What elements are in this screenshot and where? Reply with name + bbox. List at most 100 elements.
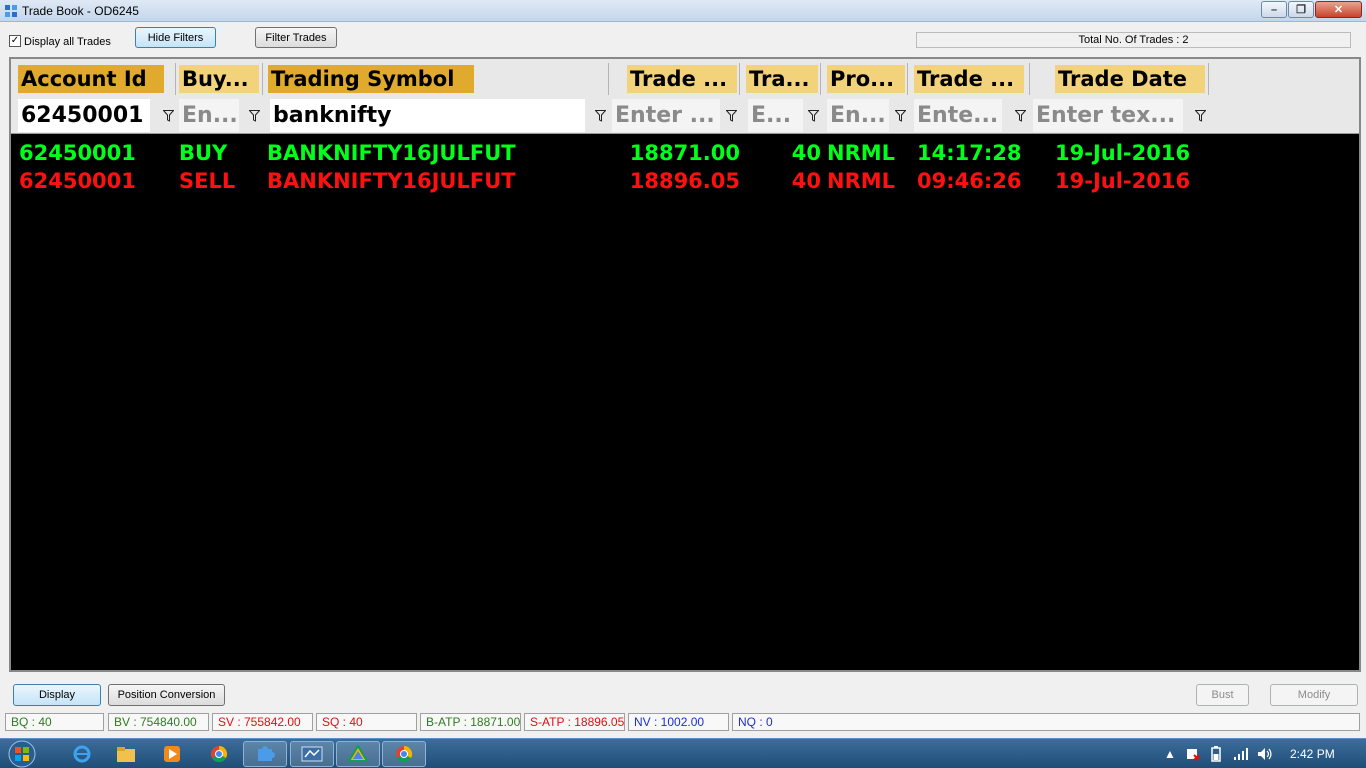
show-hidden-icons[interactable]: ▲ bbox=[1164, 747, 1176, 761]
filter-funnel-icon[interactable] bbox=[249, 110, 260, 122]
table-row[interactable]: 62450001 BUY BANKNIFTY16JULFUT 18871.00 … bbox=[11, 139, 1359, 167]
minimize-button[interactable]: – bbox=[1261, 1, 1287, 18]
cell-trade-qty: 40 bbox=[791, 141, 821, 165]
column-header-trade-qty[interactable]: Tra... bbox=[741, 63, 821, 95]
column-header-product[interactable]: Pro... bbox=[822, 63, 908, 95]
cell-side: BUY bbox=[179, 141, 228, 165]
display-button[interactable]: Display bbox=[13, 684, 101, 706]
minimize-icon: – bbox=[1270, 3, 1278, 16]
window-title: Trade Book - OD6245 bbox=[22, 4, 139, 18]
start-button-icon[interactable] bbox=[4, 740, 40, 768]
filter-account-id-input[interactable]: 62450001 bbox=[18, 99, 150, 132]
cell-trade-qty: 40 bbox=[791, 169, 821, 193]
media-player-icon bbox=[164, 746, 180, 762]
taskbar-chrome-window[interactable] bbox=[382, 741, 426, 767]
filter-trade-qty: E... bbox=[741, 99, 821, 133]
filter-trade-date-input[interactable]: Enter tex... bbox=[1033, 99, 1183, 132]
cell-account-id: 62450001 bbox=[19, 141, 136, 165]
filter-product-input[interactable]: En... bbox=[827, 99, 889, 132]
position-conversion-button[interactable]: Position Conversion bbox=[108, 684, 225, 706]
status-sell-value: SV : 755842.00 bbox=[212, 713, 313, 731]
cell-account-id: 62450001 bbox=[19, 169, 136, 193]
column-header-trade-price[interactable]: Trade ... bbox=[610, 63, 740, 95]
grid-header-row: Account Id Buy... Trading Symbol Trade .… bbox=[11, 59, 1359, 97]
app-window-icon bbox=[301, 746, 323, 762]
taskbar-explorer[interactable] bbox=[104, 741, 148, 767]
filter-trade-time-input[interactable]: Ente... bbox=[914, 99, 1002, 132]
cell-trade-date: 19-Jul-2016 bbox=[1055, 141, 1191, 165]
filter-trade-time: Ente... bbox=[909, 99, 1030, 133]
filter-funnel-icon[interactable] bbox=[1195, 110, 1206, 122]
status-net-value: NV : 1002.00 bbox=[628, 713, 729, 731]
filter-trade-price-input[interactable]: Enter ... bbox=[612, 99, 720, 132]
taskbar-chrome[interactable] bbox=[197, 741, 241, 767]
filter-buy-sell-input[interactable]: En... bbox=[179, 99, 239, 132]
column-header-trading-symbol[interactable]: Trading Symbol bbox=[264, 63, 609, 95]
column-header-account-id[interactable]: Account Id bbox=[15, 63, 176, 95]
network-signal-icon[interactable] bbox=[1233, 747, 1249, 761]
taskbar-ie[interactable] bbox=[60, 741, 104, 767]
chrome-icon bbox=[211, 745, 228, 763]
restore-icon: ❐ bbox=[1296, 4, 1306, 16]
filter-funnel-icon[interactable] bbox=[726, 110, 737, 122]
filter-account-id: 62450001 bbox=[15, 99, 176, 133]
filter-trade-price: Enter ... bbox=[610, 99, 740, 133]
cell-trade-date: 19-Jul-2016 bbox=[1055, 169, 1191, 193]
taskbar-app-window[interactable] bbox=[290, 741, 334, 767]
cell-trade-price: 18871.00 bbox=[629, 141, 740, 165]
taskbar: ▲ 2:42 PM bbox=[0, 738, 1366, 768]
cell-trade-price: 18896.05 bbox=[629, 169, 740, 193]
column-header-trade-time[interactable]: Trade ... bbox=[909, 63, 1030, 95]
cell-product: NRML bbox=[827, 141, 896, 165]
filter-funnel-icon[interactable] bbox=[1015, 110, 1026, 122]
filter-trade-date: Enter tex... bbox=[1031, 99, 1209, 133]
status-buy-value: BV : 754840.00 bbox=[108, 713, 209, 731]
folder-icon bbox=[117, 747, 135, 762]
column-header-trade-date[interactable]: Trade Date bbox=[1031, 63, 1209, 95]
filter-funnel-icon[interactable] bbox=[163, 110, 174, 122]
battery-icon[interactable] bbox=[1210, 746, 1222, 762]
close-icon: ✕ bbox=[1333, 4, 1344, 16]
table-row[interactable]: 62450001 SELL BANKNIFTY16JULFUT 18896.05… bbox=[11, 167, 1359, 195]
taskbar-trading-app[interactable] bbox=[243, 741, 287, 767]
chrome-icon bbox=[396, 745, 413, 763]
bust-button[interactable]: Bust bbox=[1196, 684, 1249, 706]
checkmark-icon: ✓ bbox=[10, 35, 20, 46]
internet-explorer-icon bbox=[73, 745, 91, 763]
title-bar: Trade Book - OD6245 – ❐ ✕ bbox=[0, 0, 1366, 22]
app-icon bbox=[5, 5, 17, 17]
status-net-qty: NQ : 0 bbox=[732, 713, 1360, 731]
display-all-trades-label: Display all Trades bbox=[24, 36, 111, 48]
filter-trading-symbol: banknifty bbox=[264, 99, 609, 133]
filter-funnel-icon[interactable] bbox=[808, 110, 819, 122]
hide-filters-button[interactable]: Hide Filters bbox=[135, 27, 216, 48]
status-buy-qty: BQ : 40 bbox=[5, 713, 104, 731]
display-all-trades-checkbox[interactable]: ✓ bbox=[9, 35, 21, 47]
cell-trading-symbol: BANKNIFTY16JULFUT bbox=[267, 169, 516, 193]
taskbar-media-player[interactable] bbox=[150, 741, 194, 767]
filter-trading-symbol-input[interactable]: banknifty bbox=[270, 99, 585, 132]
volume-icon[interactable] bbox=[1257, 747, 1273, 761]
filter-trade-qty-input[interactable]: E... bbox=[748, 99, 803, 132]
filter-trades-button[interactable]: Filter Trades bbox=[255, 27, 337, 48]
cell-side: SELL bbox=[179, 169, 236, 193]
maximize-button[interactable]: ❐ bbox=[1288, 1, 1314, 18]
filter-funnel-icon[interactable] bbox=[895, 110, 906, 122]
column-header-buy-sell[interactable]: Buy... bbox=[177, 63, 263, 95]
total-trades-count: Total No. Of Trades : 2 bbox=[916, 32, 1351, 48]
action-center-icon[interactable] bbox=[1186, 747, 1200, 761]
cell-trading-symbol: BANKNIFTY16JULFUT bbox=[267, 141, 516, 165]
status-sell-atp: S-ATP : 18896.05 bbox=[524, 713, 625, 731]
taskbar-drive-app[interactable] bbox=[336, 741, 380, 767]
cell-trade-time: 14:17:28 bbox=[917, 141, 1022, 165]
filter-buy-sell: En... bbox=[177, 99, 263, 133]
system-clock[interactable]: 2:42 PM bbox=[1290, 747, 1335, 761]
grid-filter-row: 62450001 En... banknifty Enter ... E... … bbox=[11, 97, 1359, 134]
close-button[interactable]: ✕ bbox=[1315, 1, 1362, 18]
status-sell-qty: SQ : 40 bbox=[316, 713, 417, 731]
drive-triangle-icon bbox=[348, 745, 368, 762]
trade-grid[interactable]: Account Id Buy... Trading Symbol Trade .… bbox=[9, 57, 1361, 672]
modify-button[interactable]: Modify bbox=[1270, 684, 1358, 706]
puzzle-icon bbox=[258, 746, 275, 761]
filter-funnel-icon[interactable] bbox=[595, 110, 606, 122]
